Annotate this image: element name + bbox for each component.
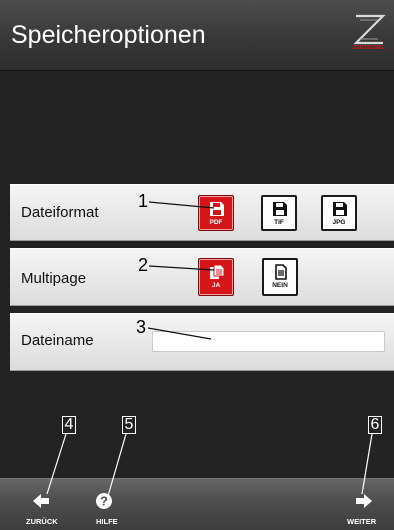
format-option-tif-label: TIF (274, 219, 284, 226)
file-format-label: Dateiformat (21, 204, 99, 221)
filename-label: Dateiname (21, 332, 94, 349)
callout-4: 4 (62, 416, 76, 434)
arrow-right-icon (356, 494, 372, 508)
filename-input[interactable] (152, 331, 385, 352)
callout-5: 5 (122, 416, 136, 434)
multipage-option-yes-label: JA (211, 282, 221, 289)
next-button-label: WEITER (347, 517, 377, 526)
format-option-tif[interactable]: TIF (261, 195, 297, 231)
multipage-label: Multipage (21, 270, 87, 287)
next-button[interactable]: WEITER (344, 487, 384, 527)
format-option-pdf-label: PDF (209, 219, 223, 226)
bottom-toolbar: ZURÜCK ? HILFE WEITER (0, 478, 394, 530)
callout-2: 2 (138, 255, 149, 275)
callout-6: 6 (368, 416, 382, 434)
file-format-row: Dateiformat PDF TIF JPG (10, 184, 394, 241)
help-button-label: HILFE (96, 517, 118, 526)
logo-text: ZEUTSCHEL (353, 45, 385, 51)
arrow-left-icon (33, 494, 49, 508)
page-title: Speicheroptionen (11, 21, 206, 49)
format-option-jpg-label: JPG (332, 219, 346, 226)
zeutschel-logo: ZEUTSCHEL (350, 14, 388, 58)
format-option-jpg[interactable]: JPG (321, 195, 357, 231)
multipage-row: Multipage JA NEIN (10, 248, 394, 306)
floppy-disk-icon (333, 202, 347, 216)
format-option-pdf[interactable]: PDF (198, 195, 234, 231)
help-icon: ? (96, 493, 112, 509)
filename-row: Dateiname (10, 313, 394, 371)
back-button-label: ZURÜCK (26, 517, 58, 526)
multi-page-document-icon (210, 264, 225, 279)
help-button[interactable]: ? HILFE (90, 487, 126, 527)
callout-1: 1 (138, 191, 149, 211)
multipage-option-no[interactable]: NEIN (262, 258, 298, 296)
floppy-disk-icon (273, 202, 287, 216)
multipage-option-yes[interactable]: JA (198, 258, 234, 296)
callout-3: 3 (136, 317, 147, 337)
back-button[interactable]: ZURÜCK (22, 487, 58, 527)
zeutschel-logo-icon (353, 14, 386, 45)
floppy-disk-icon (210, 202, 224, 216)
single-page-document-icon (275, 264, 287, 280)
multipage-option-no-label: NEIN (272, 282, 288, 289)
svg-text:?: ? (100, 494, 108, 509)
app-header: Speicheroptionen ZEUTSCHEL (0, 0, 394, 71)
